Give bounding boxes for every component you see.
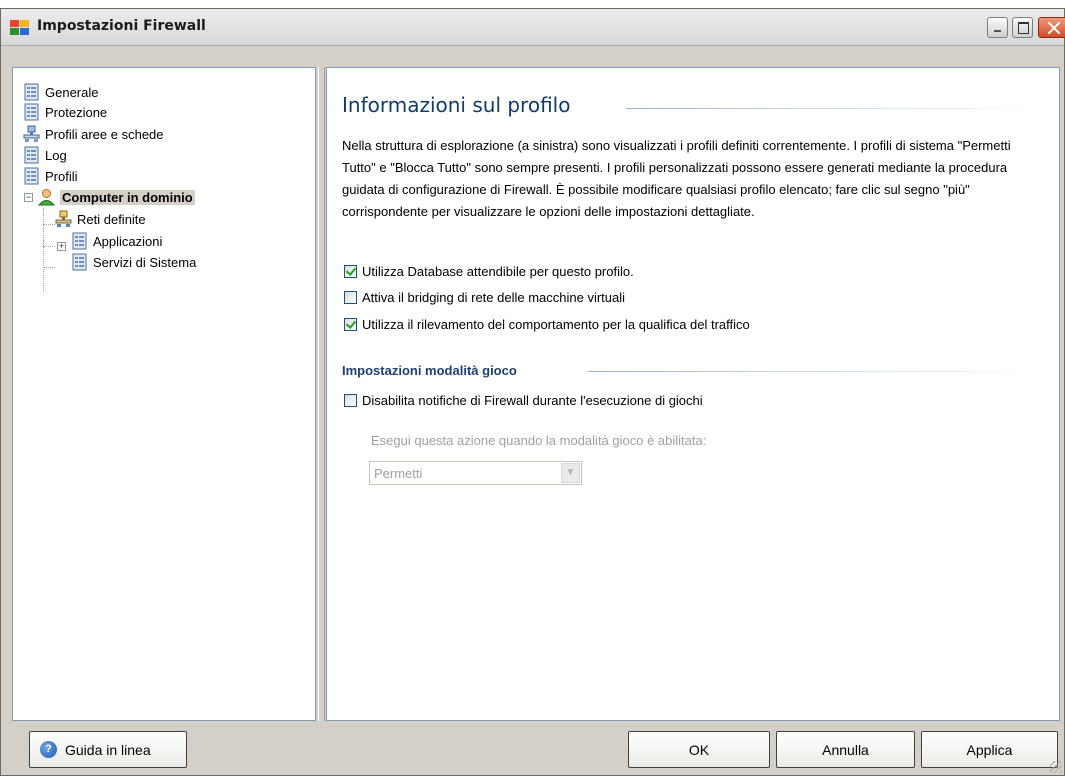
firewall-settings-window: Impostazioni Firewall Generale Protezion… xyxy=(0,8,1065,776)
cancel-button-label: Annulla xyxy=(822,741,869,758)
help-button-label: Guida in linea xyxy=(65,741,151,758)
tree-item-profili-aree[interactable]: Profili aree e schede xyxy=(23,124,164,144)
tree-item-reti-definite[interactable]: Reti definite xyxy=(55,209,146,229)
user-profile-icon xyxy=(38,189,55,206)
tree-item-servizi-di-sistema[interactable]: Servizi di Sistema xyxy=(71,252,196,272)
ok-button-label: OK xyxy=(688,741,710,758)
vm-bridging-checkbox[interactable]: Attiva il bridging di rete delle macchin… xyxy=(344,287,625,307)
document-list-icon xyxy=(24,167,39,185)
settings-tree: Generale Protezione Profili aree e sched… xyxy=(12,67,316,721)
ok-button[interactable]: OK xyxy=(628,731,770,768)
game-mode-section-title: Impostazioni modalità gioco xyxy=(342,363,517,378)
checkbox-checked[interactable] xyxy=(344,264,357,278)
tree-item-label: Computer in dominio xyxy=(60,189,195,205)
help-icon: ? xyxy=(40,741,57,758)
tree-connector xyxy=(43,246,55,247)
cancel-button[interactable]: Annulla xyxy=(776,731,915,768)
tree-item-label: Servizi di Sistema xyxy=(93,254,197,270)
profile-description: Nella struttura di esplorazione (a sinis… xyxy=(342,138,1011,219)
checkbox-label: Attiva il bridging di rete delle macchin… xyxy=(362,289,626,305)
tree-item-generale[interactable]: Generale xyxy=(23,82,98,102)
checkbox-label: Utilizza il rilevamento del comportament… xyxy=(362,316,750,332)
minimize-button[interactable] xyxy=(987,17,1008,38)
document-list-icon xyxy=(72,232,87,250)
tree-connector xyxy=(43,224,55,225)
checkbox-checked[interactable] xyxy=(344,317,357,331)
collapse-toggle[interactable]: − xyxy=(24,193,33,202)
tree-item-label: Applicazioni xyxy=(93,233,163,249)
tree-item-label: Profili aree e schede xyxy=(45,126,164,142)
tree-item-computer-in-dominio[interactable]: Computer in dominio xyxy=(38,187,195,207)
tree-item-applicazioni[interactable]: Applicazioni xyxy=(71,231,162,251)
apply-button[interactable]: Applica xyxy=(921,731,1058,768)
behavior-detection-checkbox[interactable]: Utilizza il rilevamento del comportament… xyxy=(344,314,750,334)
apply-button-label: Applica xyxy=(966,741,1013,758)
tree-item-label: Reti definite xyxy=(77,211,146,227)
tree-item-protezione[interactable]: Protezione xyxy=(23,102,107,122)
window-title: Impostazioni Firewall xyxy=(37,18,206,34)
checkbox-unchecked[interactable] xyxy=(344,290,357,304)
document-list-icon xyxy=(72,253,87,271)
app-icon xyxy=(10,20,29,35)
section-divider xyxy=(588,371,1044,372)
dropdown-value: Permetti xyxy=(374,466,423,481)
tree-item-log[interactable]: Log xyxy=(23,145,67,165)
maximize-button[interactable] xyxy=(1012,17,1033,38)
document-list-icon xyxy=(24,83,39,101)
section-title: Informazioni sul profilo xyxy=(342,93,571,117)
title-bar[interactable]: Impostazioni Firewall xyxy=(1,9,1065,46)
panel-splitter[interactable] xyxy=(318,67,325,721)
checkbox-unchecked[interactable] xyxy=(344,393,357,407)
document-list-icon xyxy=(24,146,39,164)
game-action-label: Esegui questa azione quando la modalità … xyxy=(371,433,707,448)
tree-connector xyxy=(43,267,55,268)
tree-item-profili[interactable]: Profili xyxy=(23,166,78,186)
close-button[interactable] xyxy=(1038,17,1065,38)
network-icon xyxy=(23,125,40,142)
tree-connector xyxy=(43,208,44,292)
trusted-database-checkbox[interactable]: Utilizza Database attendibile per questo… xyxy=(344,261,634,281)
tree-item-label: Protezione xyxy=(45,104,108,120)
document-list-icon xyxy=(24,103,39,121)
tree-item-label: Generale xyxy=(45,84,99,100)
title-divider xyxy=(626,108,1044,109)
checkbox-label: Utilizza Database attendibile per questo… xyxy=(362,263,634,279)
expand-toggle[interactable]: + xyxy=(57,242,66,251)
checkbox-label: Disabilita notifiche di Firewall durante… xyxy=(362,392,703,408)
chevron-down-icon[interactable]: ▼ xyxy=(561,463,580,483)
game-action-dropdown[interactable]: Permetti ▼ xyxy=(369,461,582,485)
disable-notifications-checkbox[interactable]: Disabilita notifiche di Firewall durante… xyxy=(344,390,703,410)
online-help-button[interactable]: ? Guida in linea xyxy=(29,731,187,768)
network-icon xyxy=(55,210,72,227)
resize-grip[interactable] xyxy=(1050,761,1062,773)
tree-item-label: Profili xyxy=(45,168,78,184)
tree-item-label: Log xyxy=(45,147,67,163)
profile-info-panel: Informazioni sul profilo Nella struttura… xyxy=(326,67,1060,721)
